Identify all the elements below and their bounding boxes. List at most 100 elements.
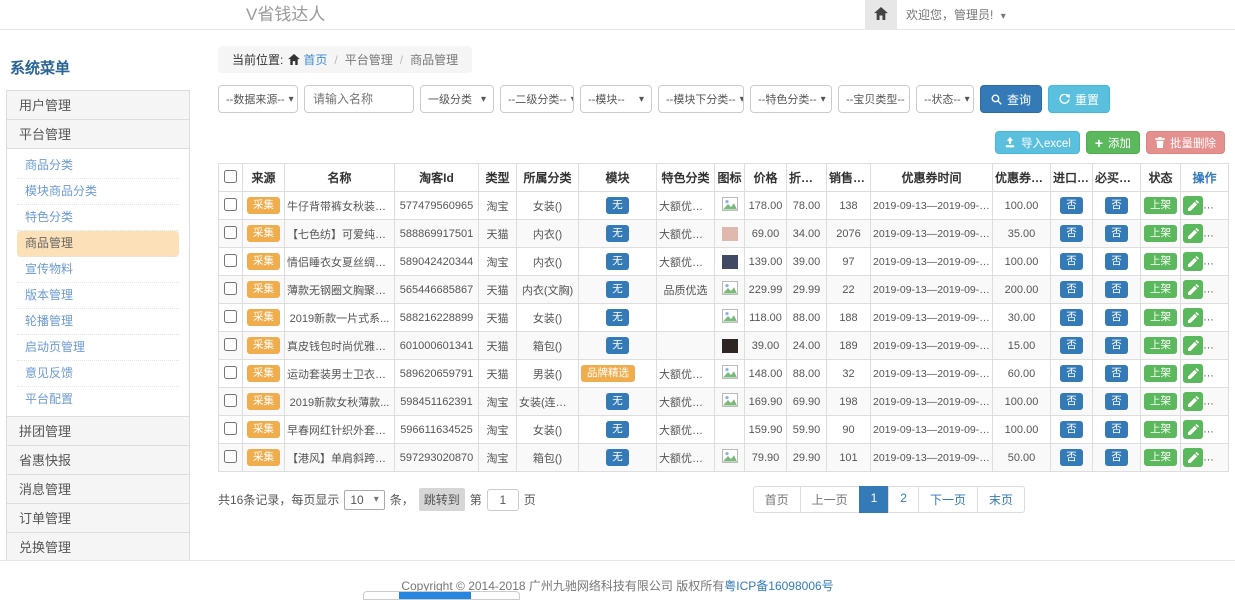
import-select-toggle[interactable]: 否 [1060,253,1083,269]
sidebar-group-6[interactable]: 兑换管理 [6,532,190,562]
row-checkbox[interactable] [224,198,237,211]
page-button-1[interactable]: 上一页 [800,486,860,513]
sidebar-group-4[interactable]: 消息管理 [6,474,190,504]
filter-category2-select[interactable]: --二级分类--▾ [500,85,574,113]
user-menu[interactable]: 欢迎您，管理员! ▾ [906,0,1006,32]
edit-button[interactable] [1183,196,1203,215]
sidebar-group-1[interactable]: 平台管理 [6,119,190,149]
status-badge[interactable]: 上架 [1144,281,1177,297]
edit-icon [1188,368,1199,379]
home-button[interactable] [865,0,897,29]
icp-link[interactable]: 粤ICP备16098006号 [724,579,833,593]
add-button[interactable]: + 添加 [1086,131,1140,154]
status-badge[interactable]: 上架 [1144,225,1177,241]
import-select-toggle[interactable]: 否 [1060,281,1083,297]
must-buy-toggle[interactable]: 否 [1105,225,1128,241]
page-button-3[interactable]: 2 [888,486,919,513]
sidebar-group-2[interactable]: 拼团管理 [6,416,190,446]
import-excel-button[interactable]: 导入excel [995,131,1080,154]
sidebar-item-8[interactable]: 意见反馈 [17,361,179,387]
sidebar-group-3[interactable]: 省惠快报 [6,445,190,475]
status-badge[interactable]: 上架 [1144,309,1177,325]
page-button-5[interactable]: 末页 [977,486,1025,513]
filter-module-select[interactable]: --模块--▾ [580,85,652,113]
must-buy-toggle[interactable]: 否 [1105,253,1128,269]
must-buy-toggle[interactable]: 否 [1105,449,1128,465]
row-checkbox[interactable] [224,282,237,295]
row-checkbox[interactable] [224,450,237,463]
must-buy-toggle[interactable]: 否 [1105,421,1128,437]
filter-module-sub-select[interactable]: --模块下分类--▾ [658,85,744,113]
edit-button[interactable] [1183,364,1203,383]
edit-button[interactable] [1183,252,1203,271]
must-buy-toggle[interactable]: 否 [1105,197,1128,213]
filter-category1-select[interactable]: 一级分类▾ [420,85,494,113]
batch-delete-button[interactable]: 批量删除 [1146,131,1225,154]
sidebar-item-3[interactable]: 商品管理 [17,231,179,257]
edit-button[interactable] [1183,336,1203,355]
must-buy-toggle[interactable]: 否 [1105,337,1128,353]
product-name: 早春网红针织外套女春... [285,416,395,444]
edit-button[interactable] [1183,224,1203,243]
import-select-toggle[interactable]: 否 [1060,337,1083,353]
must-buy-toggle[interactable]: 否 [1105,365,1128,381]
sidebar-item-0[interactable]: 商品分类 [17,153,179,179]
row-checkbox[interactable] [224,422,237,435]
sidebar-item-5[interactable]: 版本管理 [17,283,179,309]
status-badge[interactable]: 上架 [1144,197,1177,213]
status-badge[interactable]: 上架 [1144,253,1177,269]
import-select-toggle[interactable]: 否 [1060,365,1083,381]
search-button[interactable]: 查询 [980,85,1042,113]
page-button-4[interactable]: 下一页 [918,486,978,513]
sidebar-item-2[interactable]: 特色分类 [17,205,179,231]
must-buy-toggle[interactable]: 否 [1105,309,1128,325]
col-header-8: 价格 [745,164,787,192]
sidebar-group-0[interactable]: 用户管理 [6,90,190,120]
edit-button[interactable] [1183,448,1203,467]
module-badge: 无 [606,225,629,241]
must-buy-toggle[interactable]: 否 [1105,393,1128,409]
edit-button[interactable] [1183,280,1203,299]
status-badge[interactable]: 上架 [1144,421,1177,437]
edit-button[interactable] [1183,420,1203,439]
filter-feature-select[interactable]: --特色分类--▾ [750,85,832,113]
filter-data-source-select[interactable]: --数据来源--▾ [218,85,298,113]
row-checkbox[interactable] [224,254,237,267]
sidebar-item-6[interactable]: 轮播管理 [17,309,179,335]
row-checkbox[interactable] [224,310,237,323]
sidebar-item-4[interactable]: 宣传物料 [17,257,179,283]
jump-button[interactable]: 跳转到 [419,488,465,511]
row-checkbox[interactable] [224,366,237,379]
select-all-checkbox[interactable] [224,170,237,183]
reset-button[interactable]: 重置 [1048,85,1110,113]
breadcrumb-home-link[interactable]: 首页 [303,51,327,68]
status-badge[interactable]: 上架 [1144,365,1177,381]
row-checkbox[interactable] [224,226,237,239]
status-badge[interactable]: 上架 [1144,449,1177,465]
row-checkbox[interactable] [224,394,237,407]
filter-status-select[interactable]: --状态--▾ [916,85,974,113]
page-button-2[interactable]: 1 [859,486,890,513]
edit-button[interactable] [1183,392,1203,411]
filter-goods-type-select[interactable]: --宝贝类型--▾ [838,85,910,113]
status-badge[interactable]: 上架 [1144,337,1177,353]
import-select-toggle[interactable]: 否 [1060,421,1083,437]
sidebar-item-1[interactable]: 模块商品分类 [17,179,179,205]
status-badge[interactable]: 上架 [1144,393,1177,409]
page-button-0[interactable]: 首页 [753,486,801,513]
row-checkbox[interactable] [224,338,237,351]
icon-cell [715,416,745,444]
name-search-input[interactable] [304,85,414,113]
sidebar-item-9[interactable]: 平台配置 [17,387,179,412]
sidebar-group-5[interactable]: 订单管理 [6,503,190,533]
import-select-toggle[interactable]: 否 [1060,393,1083,409]
import-select-toggle[interactable]: 否 [1060,449,1083,465]
import-select-toggle[interactable]: 否 [1060,225,1083,241]
edit-button[interactable] [1183,308,1203,327]
per-page-select[interactable]: 10 ▾ [344,490,384,510]
import-select-toggle[interactable]: 否 [1060,309,1083,325]
must-buy-toggle[interactable]: 否 [1105,281,1128,297]
page-number-input[interactable] [487,489,519,511]
sidebar-item-7[interactable]: 启动页管理 [17,335,179,361]
import-select-toggle[interactable]: 否 [1060,197,1083,213]
